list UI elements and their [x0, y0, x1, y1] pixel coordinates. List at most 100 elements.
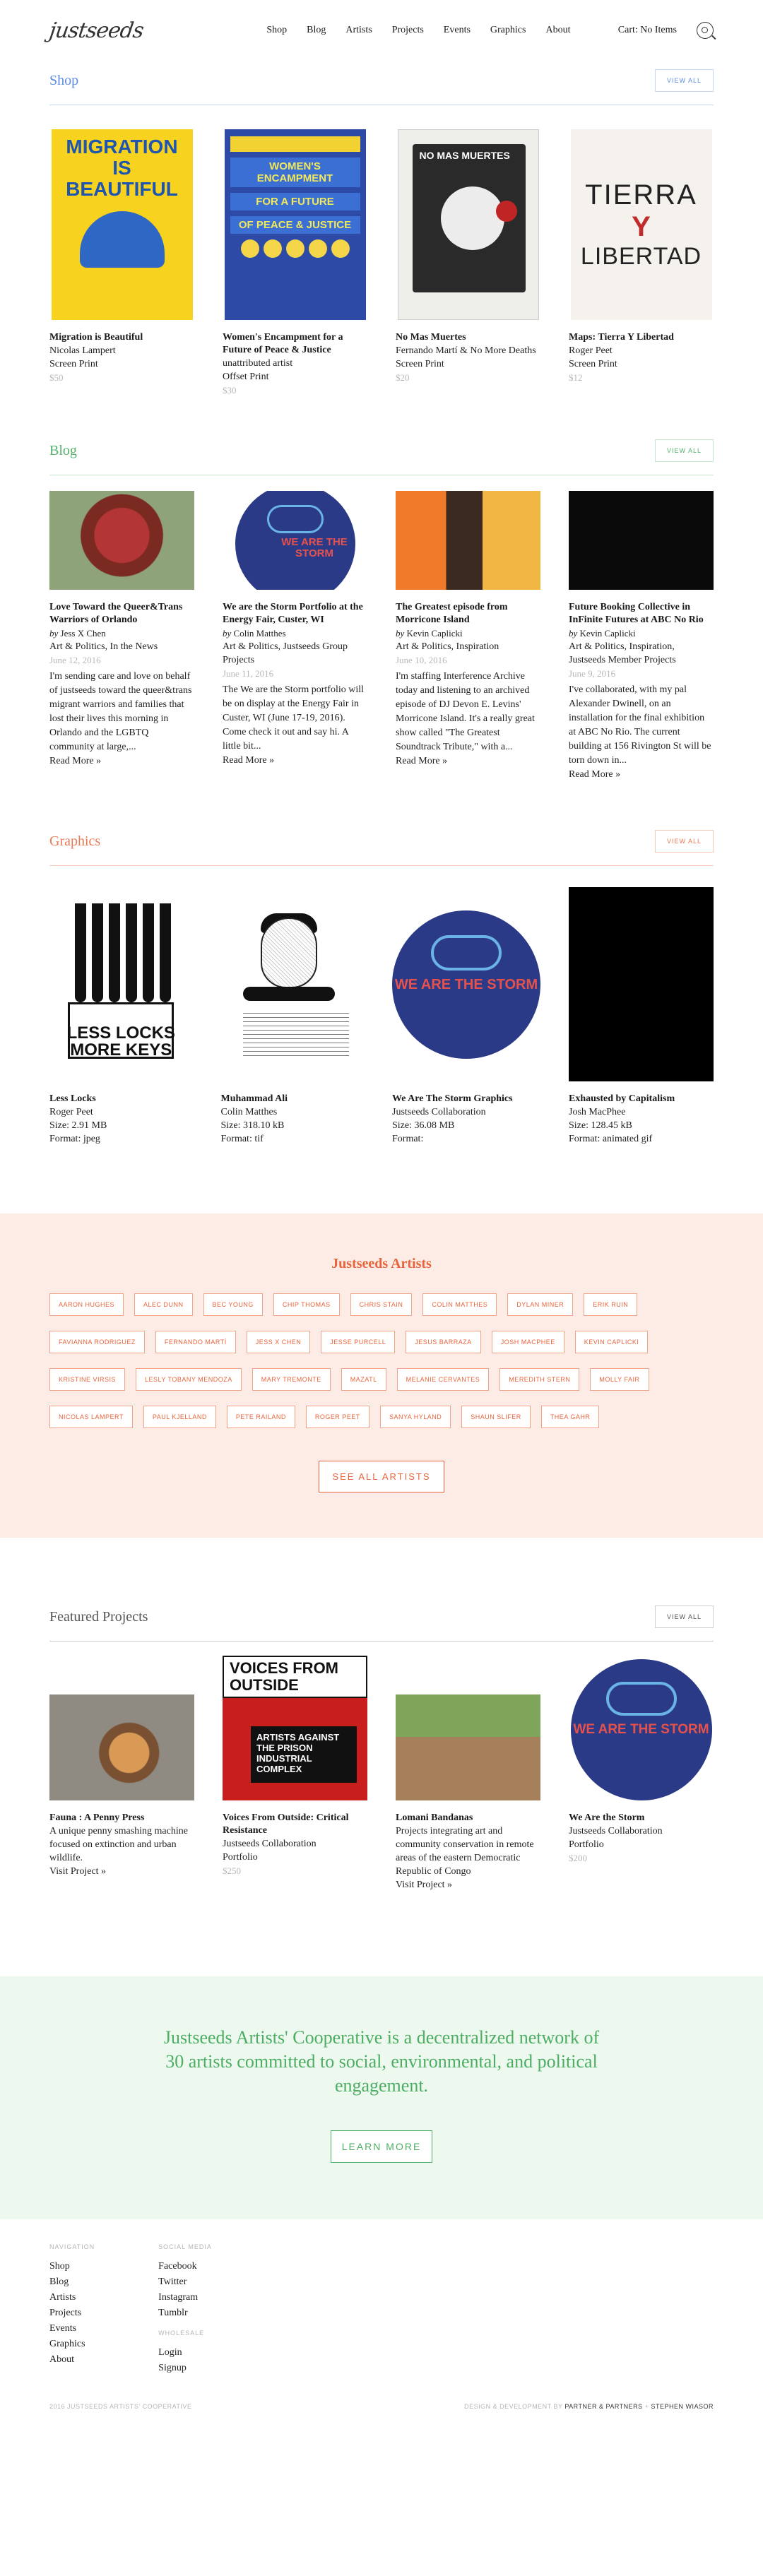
graphic-image[interactable]: WE ARE THE STORM [392, 910, 540, 1059]
footer-link-tumblr[interactable]: Tumblr [158, 2305, 212, 2321]
product-image[interactable]: TIERRA Y LIBERTAD [570, 129, 712, 320]
learn-more-button[interactable]: LEARN MORE [331, 2130, 432, 2163]
shop-view-all-button[interactable]: VIEW ALL [654, 69, 714, 92]
artist-tag[interactable]: MOLLY FAIR [590, 1368, 649, 1391]
project-title[interactable]: We Are the Storm [569, 1812, 714, 1824]
post-tags[interactable]: Art & Politics, In the News [49, 640, 194, 653]
shop-item[interactable]: NO MAS MUERTES No Mas Muertes Fernando M… [396, 129, 540, 397]
artist-tag[interactable]: COLIN MATTHES [422, 1293, 497, 1316]
post-author-link[interactable]: Colin Matthes [234, 628, 286, 639]
post-title[interactable]: We are the Storm Portfolio at the Energy… [223, 601, 367, 627]
footer-link-instagram[interactable]: Instagram [158, 2290, 212, 2305]
artist-tag[interactable]: PAUL KJELLAND [143, 1406, 216, 1428]
artist-tag[interactable]: PETE RAILAND [226, 1406, 295, 1428]
footer-link-graphics[interactable]: Graphics [49, 2337, 95, 2352]
shop-item[interactable]: MIGRATION IS BEAUTIFUL Migration is Beau… [49, 129, 194, 397]
graphic-item[interactable]: WE ARE THE STORM We Are The Storm Graphi… [392, 887, 540, 1146]
graphic-image[interactable]: LESS LOCKS MORE KEYS [61, 903, 182, 1066]
artist-tag[interactable]: MARY TREMONTE [252, 1368, 331, 1391]
footer-link-blog[interactable]: Blog [49, 2274, 95, 2290]
nav-graphics[interactable]: Graphics [490, 25, 526, 36]
post-image[interactable] [49, 491, 194, 590]
read-more-link[interactable]: Read More » [396, 756, 447, 766]
artist-tag[interactable]: JESS X CHEN [246, 1331, 311, 1353]
graphic-item[interactable]: Exhausted by Capitalism Josh MacPhee Siz… [569, 887, 714, 1146]
artist-tag[interactable]: SANYA HYLAND [379, 1406, 451, 1428]
read-more-link[interactable]: Read More » [569, 769, 620, 780]
see-all-artists-button[interactable]: SEE ALL ARTISTS [319, 1461, 444, 1492]
product-title[interactable]: No Mas Muertes [396, 331, 540, 344]
graphic-item[interactable]: Muhammad Ali Colin Matthes Size: 318.10 … [221, 887, 365, 1146]
artist-tag[interactable]: LESLY TOBANY MENDOZA [136, 1368, 242, 1391]
product-image[interactable]: WOMEN'S ENCAMPMENT FOR A FUTURE OF PEACE… [224, 129, 366, 320]
graphic-title[interactable]: Less Locks [49, 1093, 193, 1105]
blog-title[interactable]: Blog [49, 443, 77, 459]
artist-tag[interactable]: CHIP THOMAS [273, 1293, 340, 1316]
featured-view-all-button[interactable]: VIEW ALL [654, 1605, 714, 1628]
project-image[interactable]: VOICES FROM OUTSIDE ARTISTS AGAINST THE … [223, 1656, 367, 1800]
post-title[interactable]: Future Booking Collective in InFinite Fu… [569, 601, 714, 627]
product-title[interactable]: Women's Encampment for a Future of Peace… [223, 331, 367, 357]
artist-tag[interactable]: AARON HUGHES [49, 1293, 124, 1316]
cart-link[interactable]: Cart: No Items [618, 25, 677, 36]
footer-link-signup[interactable]: Signup [158, 2361, 212, 2376]
site-logo[interactable]: justseeds [48, 18, 155, 43]
post-title[interactable]: Love Toward the Queer&Trans Warriors of … [49, 601, 194, 627]
project-title[interactable]: Lomani Bandanas [396, 1812, 540, 1824]
project-image[interactable] [396, 1694, 540, 1800]
post-image[interactable] [396, 491, 540, 590]
project-title[interactable]: Voices From Outside: Critical Resistance [223, 1812, 367, 1837]
product-image[interactable]: NO MAS MUERTES [397, 129, 539, 320]
graphics-title[interactable]: Graphics [49, 833, 100, 850]
nav-about[interactable]: About [545, 25, 570, 36]
footer-link-about[interactable]: About [49, 2352, 95, 2368]
graphic-title[interactable]: Muhammad Ali [221, 1093, 365, 1105]
footer-link-login[interactable]: Login [158, 2345, 212, 2361]
product-title[interactable]: Migration is Beautiful [49, 331, 194, 344]
footer-link-events[interactable]: Events [49, 2321, 95, 2337]
shop-title[interactable]: Shop [49, 73, 78, 89]
nav-events[interactable]: Events [444, 25, 471, 36]
artist-tag[interactable]: ROGER PEET [305, 1406, 369, 1428]
nav-blog[interactable]: Blog [307, 25, 326, 36]
artist-tag[interactable]: CHRIS STAIN [350, 1293, 413, 1316]
nav-projects[interactable]: Projects [392, 25, 424, 36]
read-more-link[interactable]: Read More » [49, 756, 101, 766]
artist-tag[interactable]: BEC YOUNG [203, 1293, 263, 1316]
graphic-artist[interactable]: Colin Matthes [221, 1105, 365, 1119]
artist-tag[interactable]: MAZATL [341, 1368, 386, 1391]
product-image[interactable]: MIGRATION IS BEAUTIFUL [51, 129, 193, 320]
project-image[interactable]: WE ARE THE STORM [570, 1659, 712, 1800]
graphic-artist[interactable]: Justseeds Collaboration [392, 1105, 540, 1119]
artist-tag[interactable]: MEREDITH STERN [499, 1368, 580, 1391]
post-image[interactable] [569, 491, 714, 590]
post-tags[interactable]: Art & Politics, Inspiration [396, 640, 540, 653]
footer-link-artists[interactable]: Artists [49, 2290, 95, 2305]
post-author-link[interactable]: Jess X Chen [61, 628, 106, 639]
artist-tag[interactable]: FAVIANNA RODRIGUEZ [49, 1331, 145, 1353]
visit-project-link[interactable]: Visit Project » [396, 1880, 452, 1890]
graphic-artist[interactable]: Josh MacPhee [569, 1105, 714, 1119]
artist-tag[interactable]: DYLAN MINER [507, 1293, 574, 1316]
artist-tag[interactable]: MELANIE CERVANTES [396, 1368, 490, 1391]
graphic-image[interactable] [221, 903, 363, 1066]
graphic-artist[interactable]: Roger Peet [49, 1105, 193, 1119]
credit-link-wiasor[interactable]: STEPHEN WIASOR [651, 2403, 714, 2410]
artist-tag[interactable]: THEA GAHR [540, 1406, 600, 1428]
graphic-title[interactable]: Exhausted by Capitalism [569, 1093, 714, 1105]
shop-item[interactable]: WOMEN'S ENCAMPMENT FOR A FUTURE OF PEACE… [223, 129, 367, 397]
post-tags[interactable]: Art & Politics, Justseeds Group Projects [223, 640, 367, 667]
artist-tag[interactable]: KEVIN CAPLICKI [574, 1331, 649, 1353]
graphic-title[interactable]: We Are The Storm Graphics [392, 1093, 540, 1105]
artist-tag[interactable]: SHAUN SLIFER [461, 1406, 531, 1428]
nav-shop[interactable]: Shop [266, 25, 287, 36]
product-artist[interactable]: Fernando Martí & No More Deaths [396, 344, 540, 357]
artist-tag[interactable]: ALEC DUNN [134, 1293, 193, 1316]
graphic-item[interactable]: LESS LOCKS MORE KEYS Less Locks Roger Pe… [49, 887, 193, 1146]
nav-artists[interactable]: Artists [345, 25, 372, 36]
post-author-link[interactable]: Kevin Caplicki [407, 628, 463, 639]
product-title[interactable]: Maps: Tierra Y Libertad [569, 331, 714, 344]
product-artist[interactable]: Roger Peet [569, 344, 714, 357]
blog-view-all-button[interactable]: VIEW ALL [654, 439, 714, 462]
post-title[interactable]: The Greatest episode from Morricone Isla… [396, 601, 540, 627]
